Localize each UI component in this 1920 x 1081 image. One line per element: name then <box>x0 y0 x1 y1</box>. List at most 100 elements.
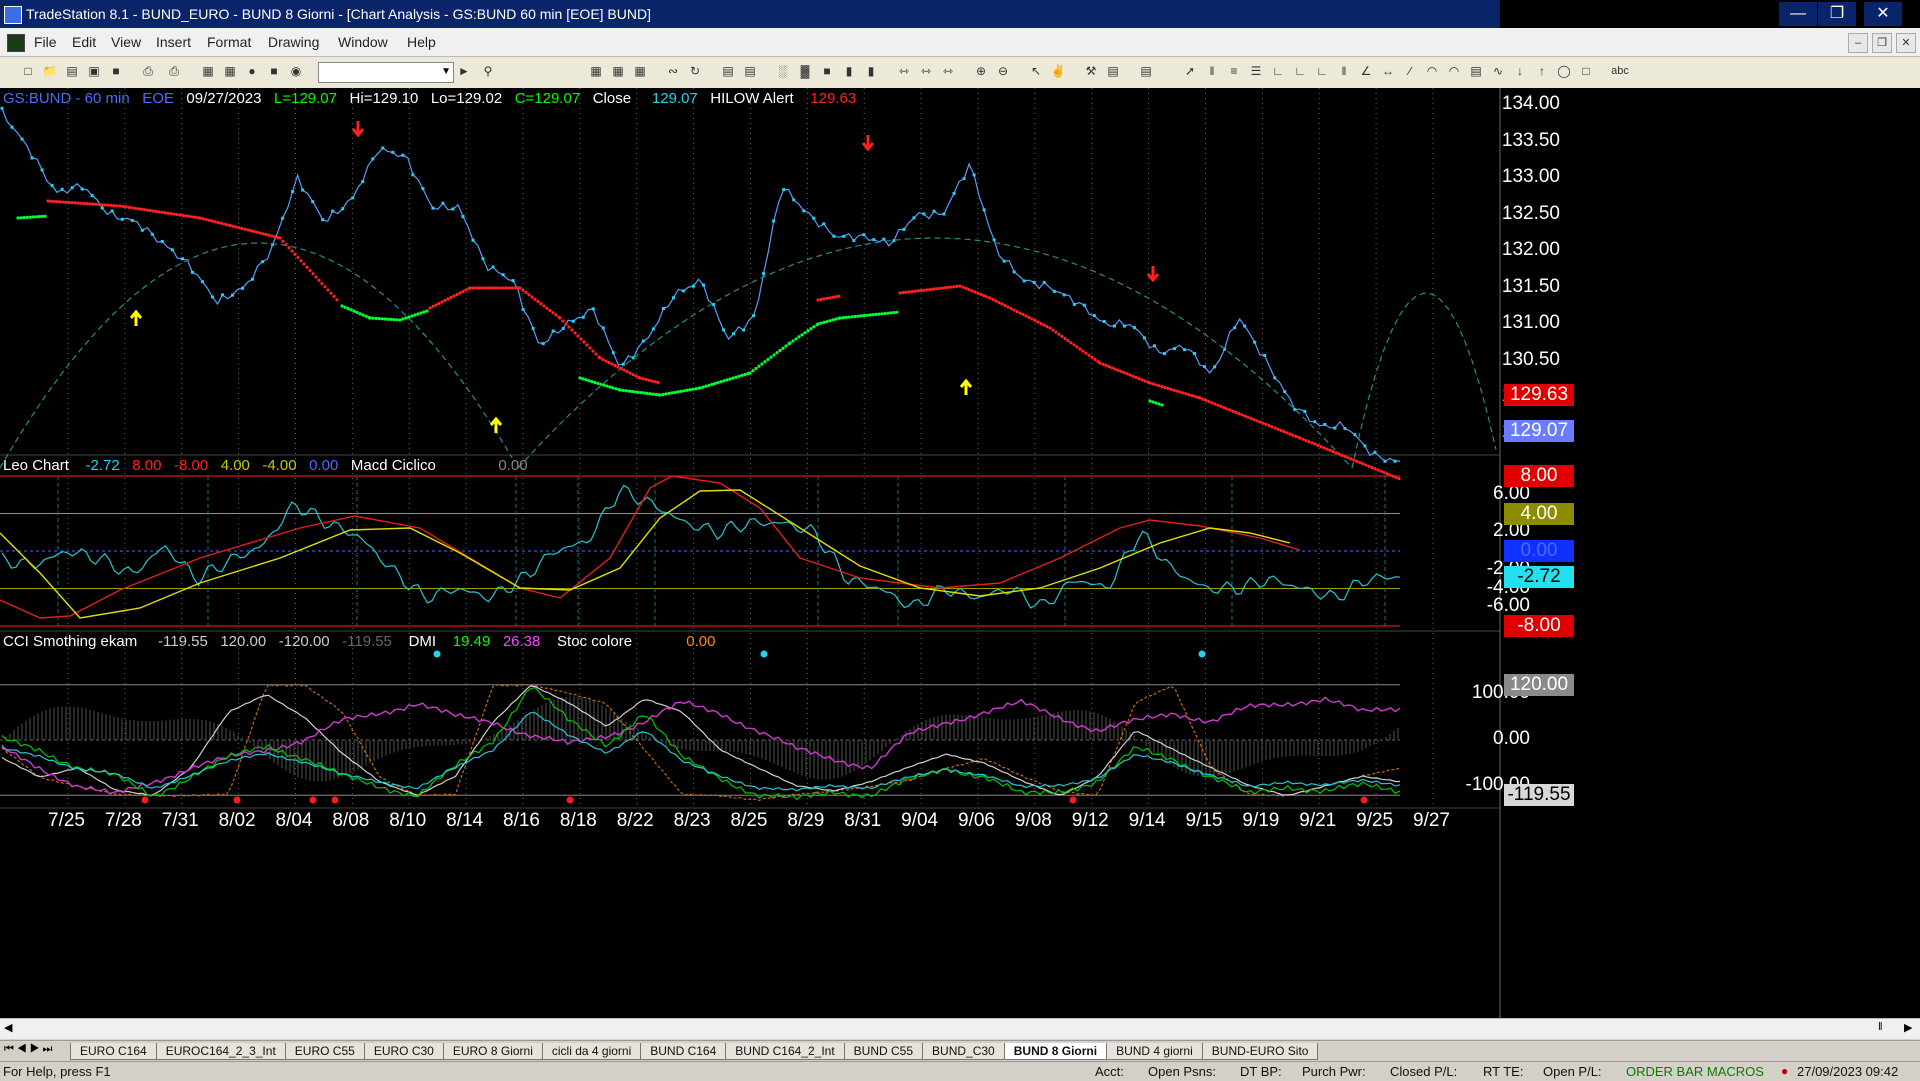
bar-chart-icon[interactable]: ▮ <box>841 63 857 79</box>
sheet-tab[interactable]: EUROC164_2_3_Int <box>155 1043 286 1060</box>
minimize-icon[interactable]: — <box>1779 2 1817 26</box>
text-tool-icon[interactable]: ▤ <box>1468 63 1484 79</box>
sheet-tab[interactable]: BUND 4 giorni <box>1106 1043 1203 1060</box>
tab-nav-icon[interactable]: ⏮◀▶⏭ <box>4 1043 55 1056</box>
sheet-tab[interactable]: EURO 8 Giorni <box>442 1043 543 1060</box>
horizontal-lines-icon[interactable]: ≡ <box>1226 63 1242 79</box>
scroll-icon[interactable]: ⇿ <box>940 63 956 79</box>
insert-indicator-icon[interactable]: ∾ <box>665 63 681 79</box>
andrews-pitchfork-icon[interactable]: ‖ <box>1336 63 1352 79</box>
sheet-tab[interactable]: EURO C164 <box>70 1043 157 1060</box>
arrow-down-red-icon[interactable]: ↓ <box>1512 63 1528 79</box>
menu-edit[interactable]: Edit <box>72 34 96 50</box>
rectangle-icon[interactable]: □ <box>1578 63 1594 79</box>
candle-icon[interactable]: ▓ <box>797 63 813 79</box>
regression-icon[interactable]: ∟ <box>1314 63 1330 79</box>
line-chart-icon[interactable]: ■ <box>819 63 835 79</box>
expand-icon[interactable]: ⇿ <box>918 63 934 79</box>
grid-icon[interactable]: ▦ <box>588 63 604 79</box>
sheet-tab[interactable]: EURO C30 <box>363 1043 444 1060</box>
sheet-tab[interactable]: BUND C164 <box>640 1043 727 1060</box>
matrix-icon[interactable]: ▦ <box>632 63 648 79</box>
ellipse-icon[interactable]: ◯ <box>1556 63 1572 79</box>
scroll-left-icon[interactable]: ◀ <box>4 1021 12 1034</box>
fib-arc-icon[interactable]: ◠ <box>1446 63 1462 79</box>
bar-icon[interactable]: ░ <box>775 63 791 79</box>
print-icon[interactable]: ⎙ <box>140 63 156 79</box>
sheet-tab[interactable]: BUND_C30 <box>922 1043 1005 1060</box>
pointer-icon[interactable]: ↖ <box>1028 63 1044 79</box>
table-icon[interactable]: ▦ <box>610 63 626 79</box>
cursor-chart-icon[interactable]: ✌ <box>1050 63 1066 79</box>
mdi-restore-icon[interactable]: ❐ <box>1872 33 1892 53</box>
close-icon[interactable]: ✕ <box>1864 2 1902 26</box>
maximize-icon[interactable]: ❐ <box>1818 2 1856 26</box>
sheet-tab[interactable]: EURO C55 <box>284 1043 365 1060</box>
search-icon[interactable]: ⚲ <box>480 63 496 79</box>
open-icon[interactable]: 📁 <box>42 63 58 79</box>
properties-icon[interactable]: ▤ <box>1138 63 1154 79</box>
trendline-icon[interactable]: ➚ <box>1182 63 1198 79</box>
globe-icon[interactable]: ◉ <box>288 63 304 79</box>
volume-icon[interactable]: ▮ <box>863 63 879 79</box>
menu-drawing[interactable]: Drawing <box>268 34 319 50</box>
curve-icon[interactable]: ∿ <box>1490 63 1506 79</box>
sheet-tab[interactable]: cicli da 4 giorni <box>541 1043 642 1060</box>
chart-scroll-handle-icon[interactable]: ‖ <box>1878 1021 1883 1033</box>
radar-icon[interactable]: ▦ <box>222 63 238 79</box>
workspace-icon[interactable]: ▤ <box>64 63 80 79</box>
new-icon[interactable]: □ <box>20 63 36 79</box>
sheet-tab[interactable]: BUND C55 <box>843 1043 924 1060</box>
lock-icon[interactable]: ● <box>244 63 260 79</box>
chart-window-icon[interactable] <box>7 34 25 52</box>
menu-help[interactable]: Help <box>407 34 436 50</box>
chevron-down-icon[interactable]: ▼ <box>441 66 451 77</box>
zoom-in-icon[interactable]: ⊕ <box>973 63 989 79</box>
chart-analysis-window[interactable]: GS:BUND - 60 min EOE 09/27/2023 L=129.07… <box>0 88 1920 1027</box>
compress-icon[interactable]: ⇿ <box>896 63 912 79</box>
desktop-icon[interactable]: ■ <box>266 63 282 79</box>
print-preview-icon[interactable]: ⎙ <box>166 63 182 79</box>
hilow-red-line <box>901 291 905 295</box>
format-icon[interactable]: ▤ <box>720 63 736 79</box>
angle-icon[interactable]: ∠ <box>1358 63 1374 79</box>
vertical-lines-icon[interactable]: ‖ <box>1204 63 1220 79</box>
hilow-red-line <box>431 304 435 309</box>
channel-icon[interactable]: ∕ <box>1402 63 1418 79</box>
menu-file[interactable]: File <box>34 34 57 50</box>
new-window-icon[interactable]: ▣ <box>86 63 102 79</box>
status-order-bar-macros[interactable]: ORDER BAR MACROS <box>1626 1064 1764 1079</box>
arrow-up-blue-icon[interactable]: ↑ <box>1534 63 1550 79</box>
menu-insert[interactable]: Insert <box>156 34 191 50</box>
arrow-both-icon[interactable]: ↔ <box>1380 63 1396 79</box>
fibonacci-icon[interactable]: ☰ <box>1248 63 1264 79</box>
copy-icon[interactable]: ▤ <box>1105 63 1121 79</box>
menu-window[interactable]: Window <box>338 34 388 50</box>
tools-icon[interactable]: ⚒ <box>1083 63 1099 79</box>
hilow-green-line <box>778 348 782 353</box>
hilow-red-line <box>1376 468 1380 472</box>
chart-icon[interactable]: ▦ <box>200 63 216 79</box>
sheet-tab[interactable]: BUND 8 Giorni <box>1003 1043 1108 1060</box>
chart-canvas[interactable] <box>0 88 1920 1027</box>
data-window-icon[interactable]: ▤ <box>742 63 758 79</box>
zoom-out-icon[interactable]: ⊖ <box>995 63 1011 79</box>
gann-fan-icon[interactable]: ∟ <box>1270 63 1286 79</box>
scroll-right-icon[interactable]: ▶ <box>1904 1021 1912 1034</box>
speed-lines-icon[interactable]: ∟ <box>1292 63 1308 79</box>
menu-format[interactable]: Format <box>207 34 251 50</box>
arc-icon[interactable]: ◠ <box>1424 63 1440 79</box>
arrow-right-icon[interactable]: ► <box>456 63 472 79</box>
text-abc-icon[interactable]: abc <box>1606 63 1634 79</box>
sheet-tab[interactable]: BUND C164_2_Int <box>725 1043 845 1060</box>
save-icon[interactable]: ■ <box>108 63 124 79</box>
mdi-minimize-icon[interactable]: – <box>1848 33 1868 53</box>
sheet-tab[interactable]: BUND-EURO Sito <box>1201 1043 1319 1060</box>
horizontal-scrollbar[interactable]: ◀ ‖ ▶ <box>0 1018 1920 1039</box>
menu-view[interactable]: View <box>111 34 141 50</box>
refresh-icon[interactable]: ↻ <box>687 63 703 79</box>
price-dot <box>1022 279 1026 283</box>
symbol-combo[interactable]: ▼ <box>318 62 454 83</box>
hilow-red-line <box>498 286 502 290</box>
mdi-close-icon[interactable]: ✕ <box>1896 33 1916 53</box>
